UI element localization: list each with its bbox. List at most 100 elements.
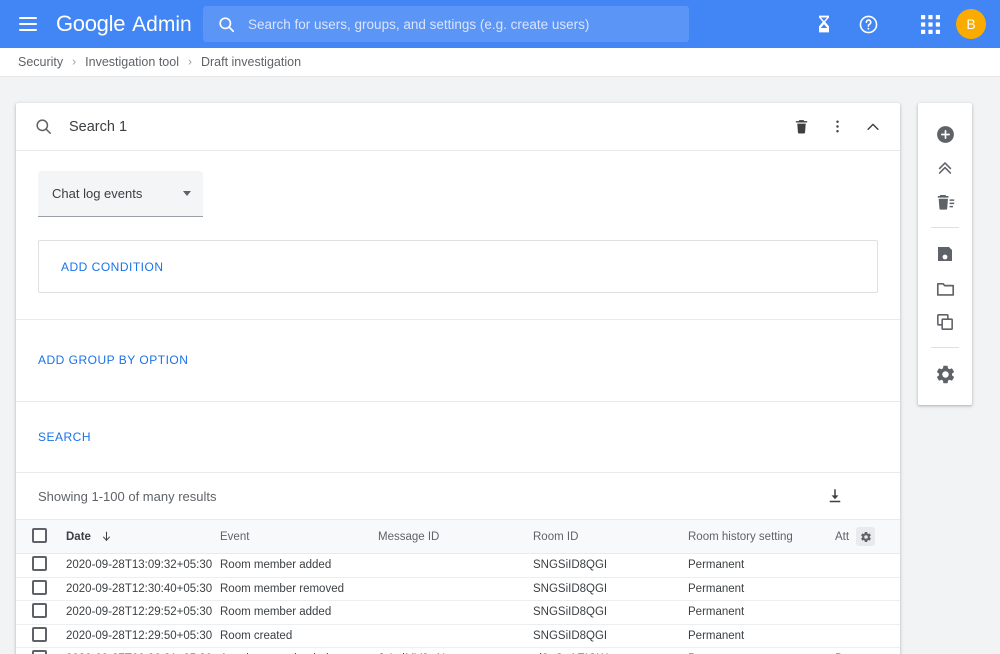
breadcrumb-separator: › <box>187 54 192 69</box>
column-header-event[interactable]: Event <box>220 519 378 554</box>
help-icon[interactable] <box>848 4 888 44</box>
apps-grid-icon[interactable] <box>910 4 950 44</box>
condition-container: ADD CONDITION <box>38 240 878 293</box>
download-icon[interactable] <box>820 481 850 511</box>
cell-room-id: pj3uQzAEIQW <box>533 647 688 654</box>
filters-section: Chat log events ADD CONDITION <box>16 151 900 320</box>
cell-att <box>835 624 900 648</box>
select-all-header <box>16 519 66 554</box>
table-row[interactable]: 2020-09-28T13:09:32+05:30 Room member ad… <box>16 553 900 578</box>
column-header-att-label: Att <box>835 530 850 543</box>
brand-product-text: Admin <box>132 13 192 36</box>
cell-date: 2020-09-28T12:30:40+05:30 <box>66 577 220 601</box>
results-table-body: 2020-09-28T13:09:32+05:30 Room member ad… <box>16 553 900 654</box>
table-row[interactable]: 2020-09-28T12:29:52+05:30 Room member ad… <box>16 600 900 625</box>
delete-all-icon[interactable] <box>925 185 965 219</box>
rail-divider <box>931 347 959 348</box>
cell-att <box>835 600 900 625</box>
brand-logo[interactable]: Google Admin <box>56 11 192 37</box>
collapse-chevron-icon[interactable] <box>860 114 886 140</box>
row-checkbox[interactable] <box>32 603 47 619</box>
cell-message-id <box>378 624 533 648</box>
cell-event: Room created <box>220 624 378 648</box>
row-select-cell <box>16 553 66 578</box>
select-all-checkbox[interactable] <box>32 527 47 543</box>
breadcrumb-item-investigation-tool[interactable]: Investigation tool <box>85 55 179 69</box>
data-source-select-label: Chat log events <box>52 186 143 201</box>
hourglass-icon[interactable] <box>804 4 844 44</box>
column-header-room-id[interactable]: Room ID <box>533 519 688 554</box>
search-action-section: SEARCH <box>16 402 900 473</box>
cell-event: Room member removed <box>220 577 378 601</box>
collapse-all-icon[interactable] <box>925 151 965 185</box>
add-group-by-option-button[interactable]: ADD GROUP BY OPTION <box>30 347 196 373</box>
row-checkbox[interactable] <box>32 626 47 642</box>
cell-event: Room member added <box>220 600 378 625</box>
row-checkbox[interactable] <box>32 650 47 654</box>
more-options-icon[interactable] <box>824 114 850 140</box>
breadcrumb-separator: › <box>72 54 77 69</box>
cell-message-id <box>378 553 533 578</box>
cell-room-id: SNGSiID8QGI <box>533 553 688 578</box>
results-table: Date Event Message ID Room ID Room histo… <box>16 519 900 654</box>
top-bar-actions: B <box>804 0 986 48</box>
duplicate-icon[interactable] <box>925 305 965 339</box>
cell-message-id: JsLeiMV3wNo <box>378 647 533 654</box>
open-folder-icon[interactable] <box>925 271 965 305</box>
cell-att: Buy_samp <box>835 647 900 654</box>
cell-date: 2020-09-28T12:29:52+05:30 <box>66 600 220 625</box>
rail-divider <box>931 227 959 228</box>
cell-att <box>835 577 900 601</box>
help-icon[interactable] <box>854 481 884 511</box>
cell-date: 2020-09-28T13:09:32+05:30 <box>66 553 220 578</box>
row-checkbox[interactable] <box>32 579 47 595</box>
row-select-cell <box>16 600 66 625</box>
chevron-down-icon <box>183 191 191 196</box>
column-header-room-history-setting[interactable]: Room history setting <box>688 519 835 554</box>
global-search-box[interactable] <box>203 6 689 42</box>
save-icon[interactable] <box>925 237 965 271</box>
group-by-section: ADD GROUP BY OPTION <box>16 320 900 402</box>
cell-message-id <box>378 600 533 625</box>
column-header-date[interactable]: Date <box>66 519 220 554</box>
results-status-text: Showing 1-100 of many results <box>38 488 217 504</box>
cell-room-history: Permanent <box>688 553 835 578</box>
data-source-select[interactable]: Chat log events <box>38 171 203 217</box>
add-condition-button[interactable]: ADD CONDITION <box>53 254 172 280</box>
breadcrumb-item-draft-investigation: Draft investigation <box>200 55 302 69</box>
table-row[interactable]: 2020-09-27T00:36:31+05:30 Attachment upl… <box>16 647 900 654</box>
cell-room-id: SNGSiID8QGI <box>533 577 688 601</box>
delete-search-icon[interactable] <box>788 114 814 140</box>
cell-room-history: Permanent <box>688 647 835 654</box>
search-icon <box>34 117 53 136</box>
row-select-cell <box>16 577 66 601</box>
top-app-bar: Google Admin Search for users, groups, a… <box>0 0 1000 48</box>
column-header-att[interactable]: Att <box>835 519 900 554</box>
add-search-icon[interactable] <box>925 117 965 151</box>
results-table-header: Date Event Message ID Room ID Room histo… <box>16 519 900 554</box>
cell-room-id: SNGSiID8QGI <box>533 600 688 625</box>
breadcrumb: Security › Investigation tool › Draft in… <box>0 48 1000 77</box>
row-select-cell <box>16 624 66 648</box>
cell-room-id: SNGSiID8QGI <box>533 624 688 648</box>
table-row[interactable]: 2020-09-28T12:30:40+05:30 Room member re… <box>16 577 900 601</box>
search-button[interactable]: SEARCH <box>30 424 99 450</box>
column-header-message-id[interactable]: Message ID <box>378 519 533 554</box>
results-status-bar: Showing 1-100 of many results <box>16 473 900 519</box>
breadcrumb-item-security[interactable]: Security <box>18 55 63 69</box>
search-input[interactable] <box>248 16 675 32</box>
sort-descending-arrow-icon <box>100 530 113 543</box>
table-header-row: Date Event Message ID Room ID Room histo… <box>16 519 900 554</box>
cell-room-history: Permanent <box>688 577 835 601</box>
table-row[interactable]: 2020-09-28T12:29:50+05:30 Room created S… <box>16 624 900 648</box>
row-checkbox[interactable] <box>32 556 47 572</box>
actions-rail <box>918 103 972 405</box>
settings-gear-icon[interactable] <box>925 357 965 391</box>
column-settings-gear-icon[interactable] <box>856 527 876 546</box>
cell-att <box>835 553 900 578</box>
avatar[interactable]: B <box>956 9 986 39</box>
hamburger-menu-icon[interactable] <box>16 12 40 36</box>
search-icon <box>217 15 236 34</box>
cell-date: 2020-09-27T00:36:31+05:30 <box>66 647 220 654</box>
search-card-header: Search 1 <box>16 103 900 151</box>
